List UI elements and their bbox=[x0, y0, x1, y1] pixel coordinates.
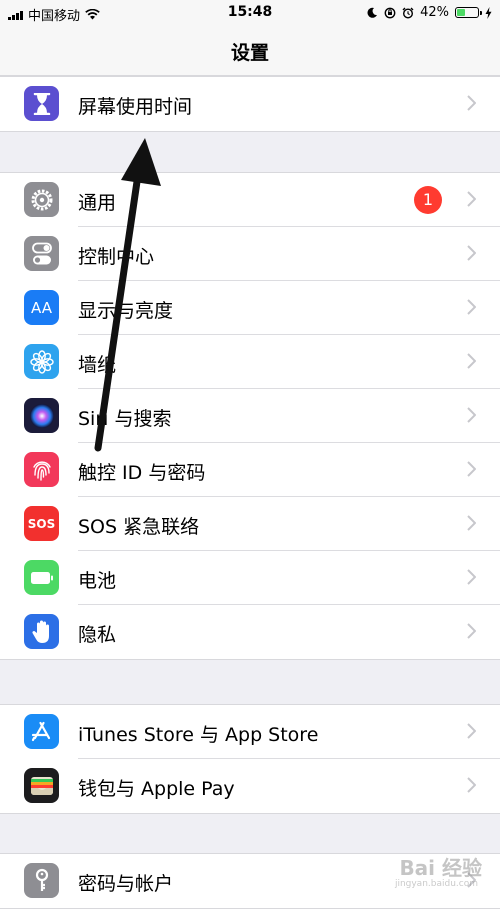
chevron-right-icon bbox=[467, 95, 476, 111]
settings-row-label: 钱包与 Apple Pay bbox=[78, 778, 235, 800]
wallet-icon bbox=[24, 768, 59, 803]
settings-row-wallpaper[interactable]: 墙纸 bbox=[0, 335, 500, 389]
app-store-icon bbox=[24, 714, 59, 749]
settings-row-privacy[interactable]: 隐私 bbox=[0, 605, 500, 659]
chevron-right-icon bbox=[467, 515, 476, 531]
settings-row-label: SOS 紧急联络 bbox=[78, 516, 200, 538]
flower-icon bbox=[24, 344, 59, 379]
navigation-bar: 设置 bbox=[0, 26, 500, 76]
rotation-lock-icon bbox=[384, 7, 396, 18]
settings-row-siri-search[interactable]: Siri 与搜索 bbox=[0, 389, 500, 443]
settings-row-display-brightness[interactable]: AA 显示与亮度 bbox=[0, 281, 500, 335]
battery-indicator bbox=[455, 7, 482, 18]
gear-icon bbox=[24, 182, 59, 217]
settings-row-label: 密码与帐户 bbox=[78, 873, 174, 895]
page-title: 设置 bbox=[230, 42, 269, 64]
settings-row-label: 屏幕使用时间 bbox=[78, 96, 193, 118]
chevron-right-icon bbox=[467, 569, 476, 585]
chevron-right-icon bbox=[467, 623, 476, 639]
chevron-right-icon bbox=[467, 299, 476, 315]
settings-row-general[interactable]: 通用 1 bbox=[0, 173, 500, 227]
battery-icon bbox=[24, 560, 59, 595]
chevron-right-icon bbox=[467, 191, 476, 207]
settings-group-screen-time: 屏幕使用时间 bbox=[0, 76, 500, 132]
siri-icon bbox=[24, 398, 59, 433]
settings-row-label: 电池 bbox=[78, 570, 117, 592]
chevron-right-icon bbox=[467, 245, 476, 261]
sos-icon: SOS bbox=[24, 506, 59, 541]
settings-group-stores: iTunes Store 与 App Store 钱包与 Apple Pay bbox=[0, 704, 500, 814]
chevron-right-icon bbox=[467, 407, 476, 423]
settings-row-label: 触控 ID 与密码 bbox=[78, 462, 206, 484]
chevron-right-icon bbox=[467, 777, 476, 793]
settings-row-label: 控制中心 bbox=[78, 246, 155, 268]
status-right: 42% bbox=[367, 5, 492, 20]
settings-row-control-center[interactable]: 控制中心 bbox=[0, 227, 500, 281]
key-icon bbox=[24, 863, 59, 898]
watermark-url: jingyan.baidu.com bbox=[394, 879, 478, 889]
settings-row-wallet-apple-pay[interactable]: 钱包与 Apple Pay bbox=[0, 759, 500, 813]
settings-row-label: 显示与亮度 bbox=[78, 300, 174, 322]
text-size-glyph: AA bbox=[31, 298, 52, 317]
settings-row-battery[interactable]: 电池 bbox=[0, 551, 500, 605]
settings-row-label: 隐私 bbox=[78, 624, 117, 646]
battery-percent: 42% bbox=[420, 5, 449, 20]
toggle-icon bbox=[24, 236, 59, 271]
chevron-right-icon bbox=[467, 723, 476, 739]
watermark-logo: Bai 经验 bbox=[399, 856, 482, 880]
chevron-right-icon bbox=[467, 353, 476, 369]
notification-badge: 1 bbox=[414, 186, 442, 214]
hand-icon bbox=[24, 614, 59, 649]
hourglass-icon bbox=[24, 86, 59, 121]
settings-row-label: 通用 bbox=[78, 192, 117, 214]
moon-icon bbox=[367, 7, 378, 18]
sos-glyph: SOS bbox=[27, 516, 56, 531]
settings-row-label: iTunes Store 与 App Store bbox=[78, 724, 319, 746]
battery-fill bbox=[457, 9, 466, 16]
settings-row-itunes-app-store[interactable]: iTunes Store 与 App Store bbox=[0, 705, 500, 759]
settings-row-screen-time[interactable]: 屏幕使用时间 bbox=[0, 77, 500, 131]
settings-row-label: Siri 与搜索 bbox=[78, 408, 172, 430]
charging-bolt-icon bbox=[485, 6, 492, 19]
status-bar: 中国移动 15:48 42% bbox=[0, 0, 500, 26]
chevron-right-icon bbox=[467, 461, 476, 477]
settings-row-emergency-sos[interactable]: SOS SOS 紧急联络 bbox=[0, 497, 500, 551]
alarm-icon bbox=[402, 7, 414, 19]
settings-row-touch-id-passcode[interactable]: 触控 ID 与密码 bbox=[0, 443, 500, 497]
text-size-icon: AA bbox=[24, 290, 59, 325]
settings-group-general: 通用 1 控制中心 AA 显示与亮度 墙纸 Siri 与搜索 触控 ID 与密码… bbox=[0, 172, 500, 660]
fingerprint-icon bbox=[24, 452, 59, 487]
settings-row-label: 墙纸 bbox=[78, 354, 117, 376]
